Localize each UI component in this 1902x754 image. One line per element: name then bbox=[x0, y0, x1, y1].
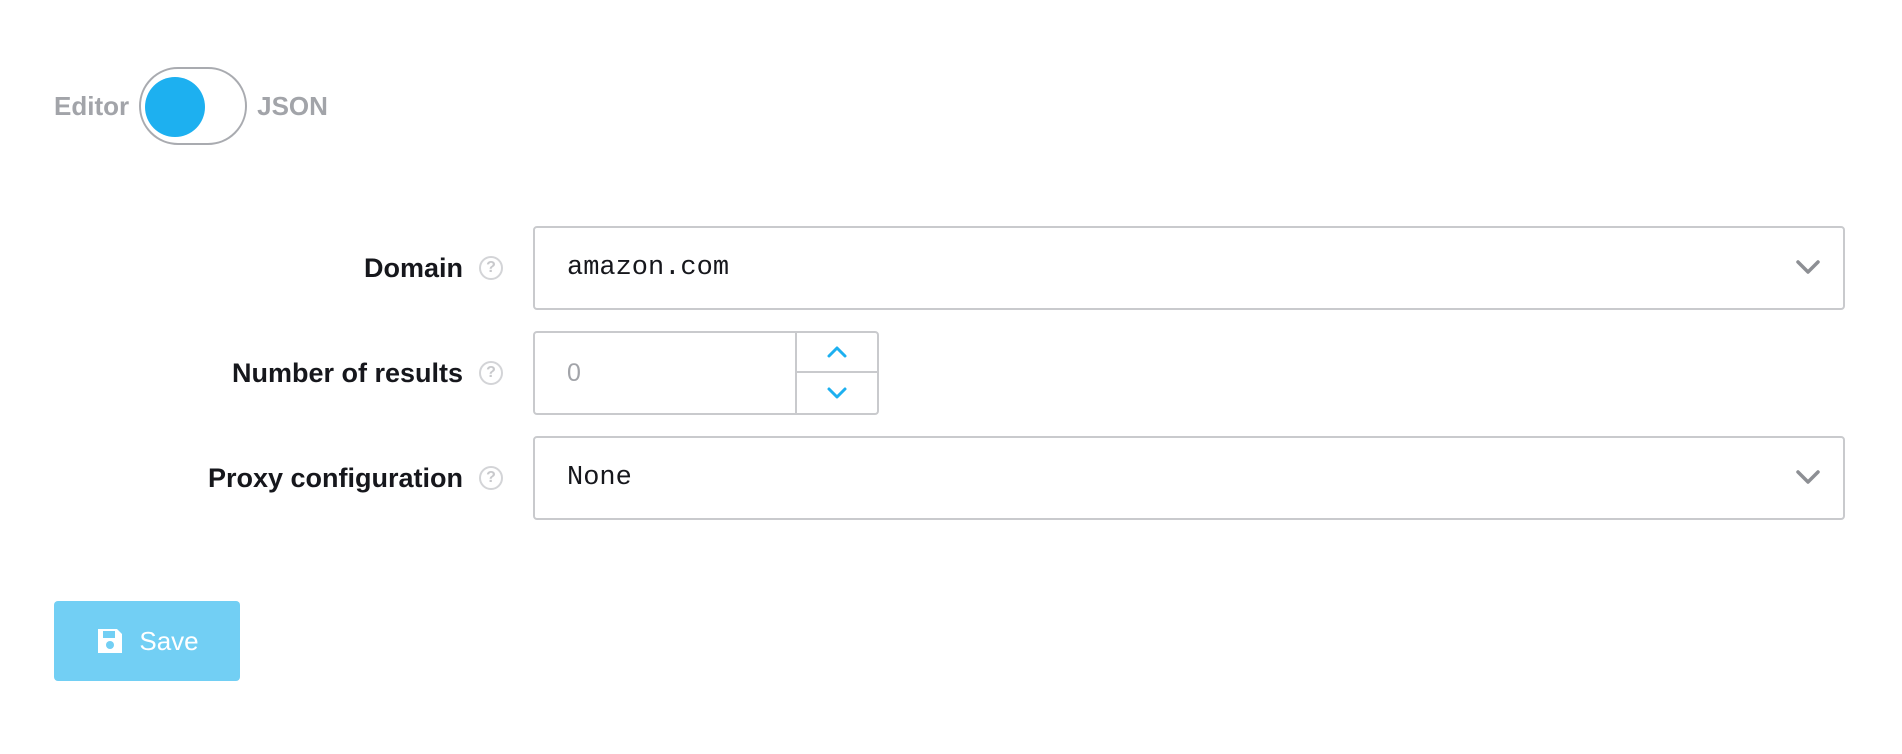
number-stepper bbox=[795, 333, 877, 413]
chevron-up-icon bbox=[827, 346, 847, 358]
domain-row: Domain ? bbox=[0, 226, 503, 310]
domain-label-wrap: Domain ? bbox=[364, 226, 503, 310]
domain-label: Domain bbox=[363, 252, 463, 283]
domain-select[interactable]: amazon.com bbox=[533, 226, 1845, 310]
proxy-configuration-row: Proxy configuration ? bbox=[0, 436, 503, 520]
number-of-results-row: Number of results ? bbox=[0, 331, 503, 415]
proxy-configuration-select[interactable]: None bbox=[533, 436, 1845, 520]
save-button-label: Save bbox=[139, 625, 199, 656]
proxy-configuration-label: Proxy configuration bbox=[207, 462, 463, 493]
number-of-results-field bbox=[533, 331, 879, 415]
proxy-configuration-select-value: None bbox=[567, 463, 632, 493]
domain-select-value: amazon.com bbox=[567, 253, 730, 283]
editor-mode-label[interactable]: Editor bbox=[54, 91, 129, 122]
number-of-results-label: Number of results bbox=[231, 357, 463, 388]
domain-help-icon[interactable]: ? bbox=[479, 256, 503, 280]
chevron-down-icon bbox=[1796, 470, 1820, 484]
number-of-results-label-wrap: Number of results ? bbox=[232, 331, 503, 415]
increment-button[interactable] bbox=[797, 333, 877, 373]
chevron-down-icon bbox=[827, 387, 847, 399]
json-mode-label[interactable]: JSON bbox=[257, 91, 328, 122]
switch-knob[interactable] bbox=[145, 77, 206, 137]
proxy-configuration-label-wrap: Proxy configuration ? bbox=[208, 436, 503, 520]
floppy-disk-icon bbox=[98, 629, 123, 653]
chevron-down-icon bbox=[1796, 260, 1820, 274]
number-of-results-input[interactable] bbox=[535, 333, 795, 413]
decrement-button[interactable] bbox=[797, 373, 877, 413]
save-button[interactable]: Save bbox=[54, 601, 240, 681]
mode-switch[interactable] bbox=[139, 67, 248, 145]
proxy-configuration-help-icon[interactable]: ? bbox=[479, 466, 503, 490]
number-of-results-help-icon[interactable]: ? bbox=[479, 361, 503, 385]
editor-json-toggle: Editor JSON bbox=[54, 66, 328, 146]
